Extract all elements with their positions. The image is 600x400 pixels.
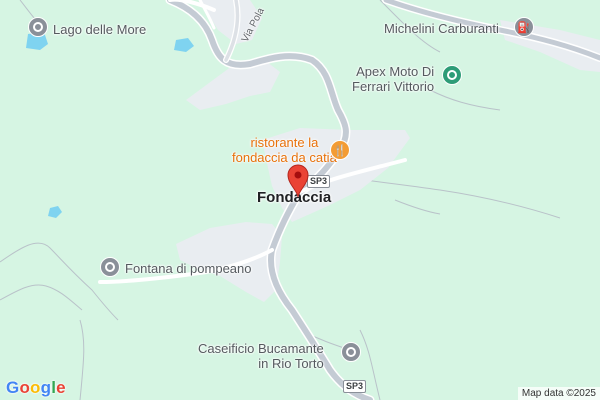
pin-circle-icon[interactable]: [341, 342, 361, 362]
water-bodies: [26, 32, 194, 218]
poi-caseificio-line2: in Rio Torto: [258, 356, 324, 371]
poi-lago-delle-more[interactable]: Lago delle More: [53, 22, 146, 37]
poi-michelini-carburanti[interactable]: Michelini Carburanti: [384, 21, 499, 36]
poi-caseificio-bucamante[interactable]: Caseificio Bucamante in Rio Torto: [198, 341, 324, 371]
route-shield-sp3: SP3: [307, 175, 331, 188]
location-pin-icon[interactable]: [286, 164, 310, 198]
restaurant-icon[interactable]: 🍴: [330, 140, 350, 160]
google-logo[interactable]: Google: [6, 378, 66, 398]
store-icon[interactable]: [442, 65, 462, 85]
poi-ristorante-line1: ristorante la: [250, 135, 319, 150]
route-shield-sp3-south: SP3: [343, 380, 367, 393]
google-logo-letter: o: [30, 378, 41, 397]
poi-ristorante-la-fondaccia[interactable]: ristorante la fondaccia da catia: [232, 135, 337, 165]
gas-station-icon[interactable]: ⛽: [514, 17, 534, 37]
map-canvas[interactable]: Lago delle More Via Pola Michelini Carbu…: [0, 0, 600, 400]
poi-apex-moto-line2: Ferrari Vittorio: [352, 79, 435, 94]
google-logo-letter: o: [19, 378, 31, 397]
poi-fontana-di-pompeano[interactable]: Fontana di pompeano: [125, 261, 251, 276]
poi-apex-moto-line1: Apex Moto Di: [356, 64, 435, 79]
google-logo-letter: g: [40, 378, 52, 397]
map-attribution[interactable]: Map data ©2025: [517, 387, 600, 400]
pin-circle-icon[interactable]: [100, 257, 120, 277]
google-logo-letter: e: [56, 378, 66, 397]
poi-ristorante-line2: fondaccia da catia: [232, 150, 337, 165]
pin-circle-icon[interactable]: [28, 17, 48, 37]
poi-caseificio-line1: Caseificio Bucamante: [198, 341, 324, 356]
roads: [98, 0, 600, 400]
google-logo-letter: G: [6, 378, 20, 397]
poi-apex-moto[interactable]: Apex Moto Di Ferrari Vittorio: [352, 64, 434, 94]
